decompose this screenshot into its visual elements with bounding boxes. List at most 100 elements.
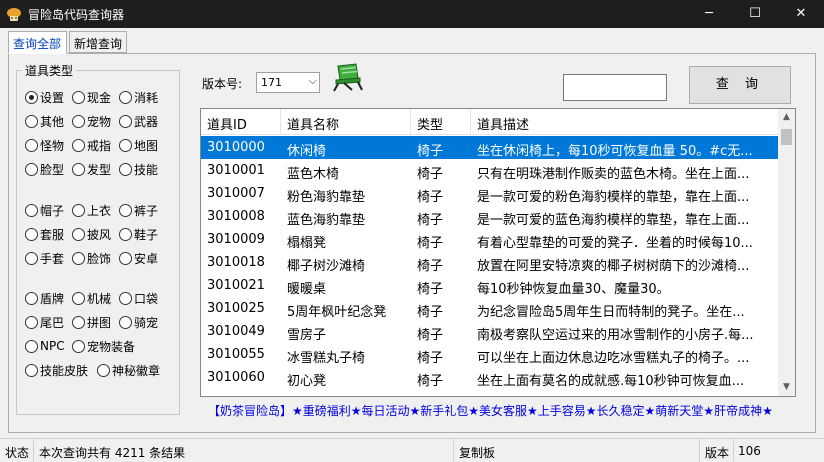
radio-top[interactable]: 上衣 (72, 202, 111, 218)
results-table[interactable]: 道具ID 道具名称 类型 道具描述 3010000 休闲椅 椅子 坐在休闲椅上，… (200, 108, 796, 397)
radio-overall[interactable]: 套服 (25, 226, 64, 242)
radio-cash[interactable]: 现金 (72, 89, 111, 105)
table-row[interactable]: 3010055 冰雪糕丸子椅 椅子 可以坐在上面边休息边吃冰雪糕丸子的椅子。..… (201, 343, 779, 366)
radio-puzzle[interactable]: 拼图 (72, 314, 111, 330)
table-row[interactable]: 3010025 5周年枫叶纪念凳 椅子 为纪念冒险岛5周年生日而特制的凳子。坐在… (201, 297, 779, 320)
cell-desc: 是一款可爱的蓝色海豹模样的靠垫，靠在上面... (477, 213, 750, 228)
radio-label: 盾牌 (40, 291, 65, 306)
radio-shield[interactable]: 盾牌 (25, 290, 64, 306)
table-row[interactable]: 3010018 椰子树沙滩椅 椅子 放置在阿里安特凉爽的椰子树树荫下的沙滩椅..… (201, 251, 779, 274)
radio-weapon[interactable]: 武器 (119, 113, 158, 129)
maximize-button[interactable]: ☐ (732, 0, 778, 28)
radio-etc[interactable]: 其他 (25, 113, 64, 129)
radio-map[interactable]: 地图 (119, 137, 158, 153)
radio-dot (119, 291, 132, 305)
promo-banner-link[interactable]: 【奶茶冒险岛】★重磅福利★每日活动★新手礼包★美女客服★上手容易★长久稳定★萌新… (208, 402, 773, 419)
radio-npc[interactable]: NPC (25, 338, 65, 354)
radio-face-accessory[interactable]: 脸饰 (72, 250, 111, 266)
status-message: 本次查询共有 4211 条结果 (34, 439, 454, 462)
radio-pocket[interactable]: 口袋 (119, 290, 158, 306)
cell-type: 椅子 (417, 259, 444, 274)
radio-dot (97, 363, 110, 377)
radio-dot (72, 315, 85, 329)
radio-mount[interactable]: 骑宠 (119, 314, 158, 330)
version-label: 版本号: (202, 77, 243, 91)
column-header-id[interactable]: 道具ID (201, 109, 281, 135)
table-row[interactable]: 3010008 蓝色海豹靠垫 椅子 是一款可爱的蓝色海豹模样的靠垫，靠在上面..… (201, 205, 779, 228)
cell-id: 3010060 (207, 370, 265, 385)
radio-skill-skin[interactable]: 技能皮肤 (25, 362, 88, 378)
clipboard-label: 复制板 (454, 439, 700, 462)
radio-dot (72, 114, 85, 128)
radio-arcane-symbol[interactable]: 神秘徽章 (97, 362, 160, 378)
radio-skill[interactable]: 技能 (119, 161, 158, 177)
radio-label: 地图 (134, 138, 159, 153)
cell-type: 椅子 (417, 190, 444, 205)
vertical-scrollbar[interactable]: ▲ ▼ (778, 109, 795, 396)
scroll-up-icon[interactable]: ▲ (778, 109, 795, 126)
table-row[interactable]: 3010009 榻榻凳 椅子 有着心型靠垫的可爱的凳子．坐着的时候每10... (201, 228, 779, 251)
search-input[interactable] (563, 74, 667, 101)
cell-desc: 放置在阿里安特凉爽的椰子树树荫下的沙滩椅... (477, 259, 750, 274)
radio-label: NPC (40, 339, 65, 353)
table-row[interactable]: 3010001 蓝色木椅 椅子 只有在明珠港制作贩卖的蓝色木椅。坐在上面... (201, 159, 779, 182)
column-header-desc[interactable]: 道具描述 (471, 109, 779, 135)
radio-android[interactable]: 安卓 (119, 250, 158, 266)
radio-gloves[interactable]: 手套 (25, 250, 64, 266)
radio-dot (25, 251, 38, 265)
cell-type: 椅子 (417, 374, 444, 389)
radio-pants[interactable]: 裤子 (119, 202, 158, 218)
radio-dot (72, 138, 85, 152)
radio-tail[interactable]: 尾巴 (25, 314, 64, 330)
cell-id: 3010008 (207, 209, 265, 224)
radio-cape[interactable]: 披风 (72, 226, 111, 242)
radio-hair[interactable]: 发型 (72, 161, 111, 177)
table-row[interactable]: 3010021 暖暖桌 椅子 每10秒钟恢复血量30、魔量30。 (201, 274, 779, 297)
cell-id: 3010055 (207, 347, 265, 362)
column-header-type[interactable]: 类型 (411, 109, 471, 135)
cell-id: 3010021 (207, 278, 265, 293)
chevron-down-icon[interactable]: ⌵ (309, 74, 317, 88)
radio-mechanic[interactable]: 机械 (72, 290, 111, 306)
scroll-thumb[interactable] (781, 129, 792, 145)
cell-id: 3010001 (207, 163, 265, 178)
cell-name: 蓝色木椅 (287, 167, 340, 182)
radio-label: 神秘徽章 (112, 363, 161, 378)
cell-id: 3010049 (207, 324, 265, 339)
radio-ring[interactable]: 戒指 (72, 137, 111, 153)
query-button[interactable]: 查 询 (689, 66, 791, 104)
tab-new-query[interactable]: 新增查询 (69, 31, 127, 53)
cell-desc: 南极考察队空运过来的用冰雪制作的小房子.每... (477, 328, 754, 343)
table-row[interactable]: 3010000 休闲椅 椅子 坐在休闲椅上，每10秒可恢复血量 50。#c无..… (201, 136, 779, 159)
scroll-down-icon[interactable]: ▼ (778, 379, 795, 396)
radio-consume[interactable]: 消耗 (119, 89, 158, 105)
table-row[interactable]: 3010060 初心凳 椅子 坐在上面有莫名的成就感.每10秒钟可恢复血... (201, 366, 779, 389)
radio-dot (119, 251, 132, 265)
radio-monster[interactable]: 怪物 (25, 137, 64, 153)
table-row[interactable]: 3010049 雪房子 椅子 南极考察队空运过来的用冰雪制作的小房子.每... (201, 320, 779, 343)
cell-id: 3010007 (207, 186, 265, 201)
cell-name: 冰雪糕丸子椅 (287, 351, 366, 366)
cell-type: 椅子 (417, 236, 444, 251)
radio-label: 武器 (134, 114, 159, 129)
tab-query-all[interactable]: 查询全部 (8, 31, 67, 54)
radio-face[interactable]: 脸型 (25, 161, 64, 177)
cell-id: 3010018 (207, 255, 265, 270)
version-select[interactable]: 171 ⌵ (256, 72, 320, 93)
radio-dot (72, 162, 85, 176)
radio-dot (25, 363, 38, 377)
column-header-name[interactable]: 道具名称 (281, 109, 411, 135)
radio-pet-equip[interactable]: 宠物装备 (72, 338, 135, 354)
minimize-button[interactable]: ─ (686, 0, 732, 28)
radio-pet[interactable]: 宠物 (72, 113, 111, 129)
radio-dot (119, 90, 132, 104)
radio-setup[interactable]: 设置 (25, 89, 64, 105)
radio-label: 戒指 (87, 138, 112, 153)
radio-label: 发型 (87, 162, 112, 177)
close-button[interactable]: ✕ (778, 0, 824, 28)
table-row[interactable]: 3010007 粉色海豹靠垫 椅子 是一款可爱的粉色海豹模样的靠垫，靠在上面..… (201, 182, 779, 205)
radio-hat[interactable]: 帽子 (25, 202, 64, 218)
radio-shoes[interactable]: 鞋子 (119, 226, 158, 242)
cell-name: 雪房子 (287, 328, 327, 343)
cell-name: 椰子树沙滩椅 (287, 259, 366, 274)
